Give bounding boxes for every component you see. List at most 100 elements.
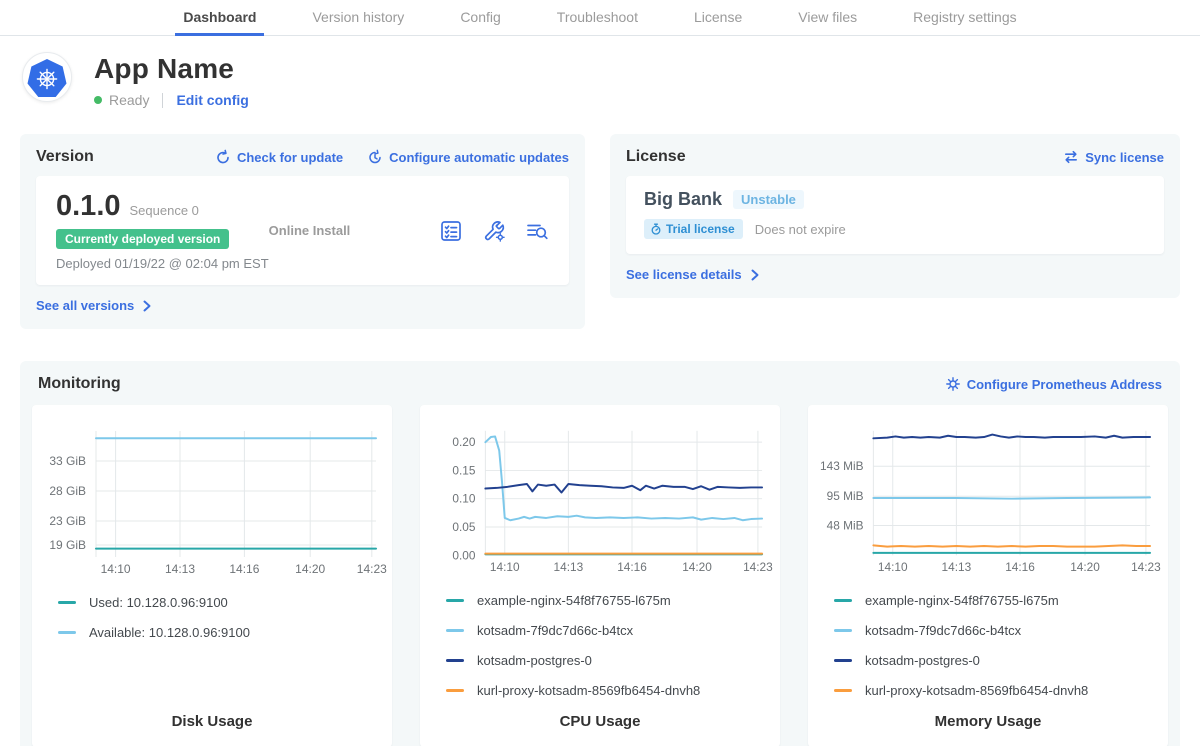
tab-registry-settings[interactable]: Registry settings: [905, 0, 1024, 36]
legend-label: kurl-proxy-kotsadm-8569fb6454-dnvh8: [865, 683, 1088, 698]
svg-text:14:20: 14:20: [295, 562, 325, 576]
legend-swatch: [446, 629, 464, 632]
chevron-right-icon: [748, 268, 761, 282]
cpu-usage-legend: example-nginx-54f8f76755-l675mkotsadm-7f…: [420, 581, 780, 713]
svg-text:14:10: 14:10: [101, 562, 131, 576]
license-expiry: Does not expire: [755, 222, 846, 237]
sync-license-link[interactable]: Sync license: [1063, 149, 1164, 165]
legend-label: kotsadm-postgres-0: [865, 653, 980, 668]
legend-swatch: [834, 689, 852, 692]
gear-icon: [945, 376, 961, 392]
top-nav: Dashboard Version history Config Trouble…: [0, 0, 1200, 36]
cards-row: Version Check for update Configure autom…: [0, 134, 1200, 329]
license-assignee: Big Bank: [644, 189, 722, 210]
configure-automatic-updates-label: Configure automatic updates: [389, 150, 569, 165]
edit-config-values-button[interactable]: [482, 219, 506, 243]
sync-license-label: Sync license: [1085, 150, 1164, 165]
app-header: App Name Ready Edit config: [0, 36, 1200, 108]
version-number: 0.1.0: [56, 190, 121, 223]
legend-swatch: [58, 601, 76, 604]
svg-text:143 MiB: 143 MiB: [820, 459, 864, 473]
monitoring-title: Monitoring: [38, 375, 121, 393]
svg-text:14:10: 14:10: [490, 560, 520, 574]
tab-license[interactable]: License: [686, 0, 750, 36]
svg-text:23 GiB: 23 GiB: [49, 514, 86, 528]
legend-swatch: [446, 599, 464, 602]
see-all-versions-label: See all versions: [36, 298, 134, 313]
legend-label: Used: 10.128.0.96:9100: [89, 595, 228, 610]
checklist-icon: [439, 219, 463, 243]
svg-text:0.00: 0.00: [452, 548, 475, 562]
check-for-update-link[interactable]: Check for update: [215, 149, 343, 165]
legend-swatch: [834, 659, 852, 662]
currently-deployed-badge: Currently deployed version: [56, 229, 229, 249]
see-license-details-link[interactable]: See license details: [626, 267, 761, 282]
legend-item: kotsadm-postgres-0: [446, 653, 754, 668]
legend-label: kotsadm-7f9dc7d66c-b4tcx: [865, 623, 1021, 638]
svg-text:14:16: 14:16: [229, 562, 259, 576]
wrench-gear-icon: [482, 219, 506, 243]
legend-swatch: [446, 659, 464, 662]
chevron-right-icon: [140, 299, 153, 313]
see-license-details-label: See license details: [626, 267, 742, 282]
charts-row: 14:1014:1314:1614:2014:2333 GiB28 GiB23 …: [32, 405, 1168, 746]
divider: [162, 93, 163, 108]
svg-text:14:20: 14:20: [682, 560, 712, 574]
tab-dashboard[interactable]: Dashboard: [175, 0, 264, 36]
version-card-title: Version: [36, 148, 94, 166]
legend-label: Available: 10.128.0.96:9100: [89, 625, 250, 640]
svg-text:14:23: 14:23: [1131, 560, 1161, 574]
cpu-usage-chart-card: 14:1014:1314:1614:2014:230.200.150.100.0…: [420, 405, 780, 746]
view-diff-button[interactable]: [525, 219, 549, 243]
memory-usage-chart-card: 14:1014:1314:1614:2014:23143 MiB95 MiB48…: [808, 405, 1168, 746]
svg-text:28 GiB: 28 GiB: [49, 484, 86, 498]
chart-title-memory: Memory Usage: [808, 713, 1168, 746]
configure-automatic-updates-link[interactable]: Configure automatic updates: [367, 149, 569, 165]
configure-prometheus-label: Configure Prometheus Address: [967, 377, 1162, 392]
clock-refresh-icon: [367, 149, 383, 165]
preflight-checks-button[interactable]: [439, 219, 463, 243]
legend-item: example-nginx-54f8f76755-l675m: [834, 593, 1142, 608]
legend-swatch: [834, 599, 852, 602]
legend-swatch: [446, 689, 464, 692]
lines-magnifier-icon: [525, 219, 549, 243]
sync-icon: [1063, 149, 1079, 165]
svg-text:95 MiB: 95 MiB: [827, 489, 864, 503]
disk-usage-chart-card: 14:1014:1314:1614:2014:2333 GiB28 GiB23 …: [32, 405, 392, 746]
channel-badge: Unstable: [733, 190, 804, 209]
svg-text:0.20: 0.20: [452, 435, 475, 449]
refresh-icon: [215, 149, 231, 165]
svg-text:14:16: 14:16: [1005, 560, 1035, 574]
legend-item: kotsadm-7f9dc7d66c-b4tcx: [446, 623, 754, 638]
legend-swatch: [834, 629, 852, 632]
svg-text:14:16: 14:16: [617, 560, 647, 574]
svg-text:0.05: 0.05: [452, 520, 475, 534]
edit-config-link[interactable]: Edit config: [176, 92, 248, 108]
app-title: App Name: [94, 52, 249, 86]
version-sequence: Sequence 0: [130, 203, 199, 218]
legend-item: Available: 10.128.0.96:9100: [58, 625, 366, 640]
svg-text:14:23: 14:23: [743, 560, 773, 574]
tab-config[interactable]: Config: [452, 0, 508, 36]
legend-item: kurl-proxy-kotsadm-8569fb6454-dnvh8: [834, 683, 1142, 698]
legend-item: kurl-proxy-kotsadm-8569fb6454-dnvh8: [446, 683, 754, 698]
deployed-timestamp: Deployed 01/19/22 @ 02:04 pm EST: [56, 256, 269, 271]
svg-text:0.10: 0.10: [452, 492, 475, 506]
see-all-versions-link[interactable]: See all versions: [36, 298, 153, 313]
legend-item: kotsadm-7f9dc7d66c-b4tcx: [834, 623, 1142, 638]
svg-text:14:10: 14:10: [878, 560, 908, 574]
tab-troubleshoot[interactable]: Troubleshoot: [549, 0, 646, 36]
legend-item: kotsadm-postgres-0: [834, 653, 1142, 668]
svg-text:14:20: 14:20: [1070, 560, 1100, 574]
svg-text:14:23: 14:23: [357, 562, 387, 576]
status-dot: [94, 96, 102, 104]
license-card: License Sync license Big Bank Unstable: [610, 134, 1180, 298]
tab-view-files[interactable]: View files: [790, 0, 865, 36]
install-type-label: Online Install: [269, 223, 351, 238]
kubernetes-icon: [23, 53, 71, 101]
svg-text:48 MiB: 48 MiB: [827, 518, 864, 532]
configure-prometheus-link[interactable]: Configure Prometheus Address: [945, 376, 1162, 392]
svg-text:0.15: 0.15: [452, 463, 475, 477]
tab-version-history[interactable]: Version history: [304, 0, 412, 36]
cpu-usage-chart: 14:1014:1314:1614:2014:230.200.150.100.0…: [420, 415, 780, 581]
